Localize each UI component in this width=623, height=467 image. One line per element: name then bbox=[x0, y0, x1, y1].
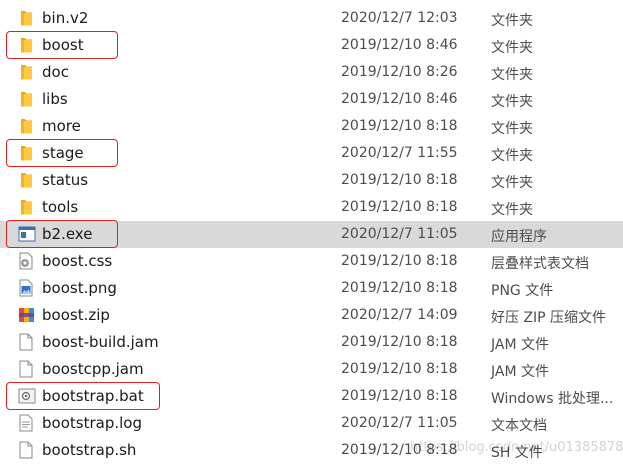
file-type: JAM 文件 bbox=[491, 364, 549, 380]
file-name: tools bbox=[42, 198, 79, 216]
file-modified-date: 2019/12/10 8:46 bbox=[341, 37, 458, 53]
folder-icon bbox=[18, 198, 34, 216]
file-name: boost-build.jam bbox=[42, 333, 159, 351]
file-modified-date: 2019/12/10 8:18 bbox=[341, 361, 458, 377]
file-icon bbox=[18, 441, 34, 459]
file-name: b2.exe bbox=[42, 225, 93, 243]
file-icon bbox=[18, 333, 34, 351]
file-row-boost-png[interactable]: boost.png 2019/12/10 8:18 PNG 文件 bbox=[0, 275, 623, 302]
file-list: bin.v2 2020/12/7 12:03 文件夹 boost 2019/12/10… bbox=[0, 0, 623, 467]
file-name: boostcpp.jam bbox=[42, 360, 144, 378]
file-name: bootstrap.sh bbox=[42, 441, 137, 459]
file-name: libs bbox=[42, 90, 68, 108]
file-modified-date: 2019/12/10 8:26 bbox=[341, 64, 458, 80]
file-modified-date: 2019/12/10 8:18 bbox=[341, 334, 458, 350]
file-row-more[interactable]: more 2019/12/10 8:18 文件夹 bbox=[0, 113, 623, 140]
batch-file-icon bbox=[18, 387, 36, 405]
file-type: 文件夹 bbox=[491, 94, 533, 110]
exe-icon bbox=[18, 225, 36, 243]
file-row-bootstrap-bat[interactable]: bootstrap.bat 2019/12/10 8:18 Windows 批处理.… bbox=[0, 383, 623, 410]
file-modified-date: 2019/12/10 8:18 bbox=[341, 388, 458, 404]
file-name: doc bbox=[42, 63, 69, 81]
folder-icon bbox=[18, 9, 34, 27]
file-type: 文件夹 bbox=[491, 40, 533, 56]
file-modified-date: 2019/12/10 8:18 bbox=[341, 199, 458, 215]
file-modified-date: 2020/12/7 11:05 bbox=[341, 415, 458, 431]
file-type: Windows 批处理... bbox=[491, 391, 614, 407]
file-name: boost.png bbox=[42, 279, 117, 297]
file-row-bootstrap-log[interactable]: bootstrap.log 2020/12/7 11:05 文本文档 bbox=[0, 410, 623, 437]
file-row-boost-css[interactable]: boost.css 2019/12/10 8:18 层叠样式表文档 bbox=[0, 248, 623, 275]
file-row-doc[interactable]: doc 2019/12/10 8:26 文件夹 bbox=[0, 59, 623, 86]
file-type: 文件夹 bbox=[491, 121, 533, 137]
file-name: bin.v2 bbox=[42, 9, 89, 27]
file-modified-date: 2019/12/10 8:46 bbox=[341, 91, 458, 107]
file-name: more bbox=[42, 117, 81, 135]
file-row-tools[interactable]: tools 2019/12/10 8:18 文件夹 bbox=[0, 194, 623, 221]
file-name: stage bbox=[42, 144, 84, 162]
file-row-boost-build-jam[interactable]: boost-build.jam 2019/12/10 8:18 JAM 文件 bbox=[0, 329, 623, 356]
file-type: 文本文档 bbox=[491, 418, 547, 434]
file-modified-date: 2019/12/10 8:18 bbox=[341, 172, 458, 188]
file-type: 文件夹 bbox=[491, 202, 533, 218]
file-row-b2-exe[interactable]: b2.exe 2020/12/7 11:05 应用程序 bbox=[0, 221, 623, 248]
file-name: boost.zip bbox=[42, 306, 110, 324]
file-modified-date: 2019/12/10 8:18 bbox=[341, 118, 458, 134]
file-name: boost bbox=[42, 36, 84, 54]
file-row-boostcpp-jam[interactable]: boostcpp.jam 2019/12/10 8:18 JAM 文件 bbox=[0, 356, 623, 383]
file-type: 层叠样式表文档 bbox=[491, 256, 589, 272]
file-row-stage[interactable]: stage 2020/12/7 11:55 文件夹 bbox=[0, 140, 623, 167]
file-modified-date: 2020/12/7 11:55 bbox=[341, 145, 458, 161]
file-modified-date: 2019/12/10 8:18 bbox=[341, 253, 458, 269]
zip-archive-icon bbox=[18, 306, 34, 324]
file-type: 文件夹 bbox=[491, 67, 533, 83]
file-type: 文件夹 bbox=[491, 175, 533, 191]
file-type: 文件夹 bbox=[491, 148, 533, 164]
text-file-icon bbox=[18, 414, 34, 432]
file-type: PNG 文件 bbox=[491, 283, 554, 299]
folder-icon bbox=[18, 144, 34, 162]
folder-icon bbox=[18, 117, 34, 135]
file-name: bootstrap.bat bbox=[42, 387, 144, 405]
css-file-icon bbox=[18, 252, 34, 270]
folder-icon bbox=[18, 63, 34, 81]
folder-icon bbox=[18, 36, 34, 54]
file-name: bootstrap.log bbox=[42, 414, 142, 432]
folder-icon bbox=[18, 90, 34, 108]
file-row-boost-zip[interactable]: boost.zip 2020/12/7 14:09 好压 ZIP 压缩文件 bbox=[0, 302, 623, 329]
file-icon bbox=[18, 360, 34, 378]
file-name: boost.css bbox=[42, 252, 113, 270]
file-row-status[interactable]: status 2019/12/10 8:18 文件夹 bbox=[0, 167, 623, 194]
file-row-boost[interactable]: boost 2019/12/10 8:46 文件夹 bbox=[0, 32, 623, 59]
file-modified-date: 2020/12/7 11:05 bbox=[341, 226, 458, 242]
file-name: status bbox=[42, 171, 89, 189]
file-type: 应用程序 bbox=[491, 229, 547, 245]
file-modified-date: 2019/12/10 8:18 bbox=[341, 280, 458, 296]
file-row-bin-v2[interactable]: bin.v2 2020/12/7 12:03 文件夹 bbox=[0, 5, 623, 32]
image-file-icon bbox=[18, 279, 34, 297]
file-type: JAM 文件 bbox=[491, 337, 549, 353]
file-type: 好压 ZIP 压缩文件 bbox=[491, 310, 607, 326]
file-type: 文件夹 bbox=[491, 13, 533, 29]
folder-icon bbox=[18, 171, 34, 189]
file-row-libs[interactable]: libs 2019/12/10 8:46 文件夹 bbox=[0, 86, 623, 113]
file-modified-date: 2020/12/7 14:09 bbox=[341, 307, 458, 323]
watermark: https://blog.csdn.net/u013858785 bbox=[410, 440, 623, 455]
file-modified-date: 2020/12/7 12:03 bbox=[341, 10, 458, 26]
